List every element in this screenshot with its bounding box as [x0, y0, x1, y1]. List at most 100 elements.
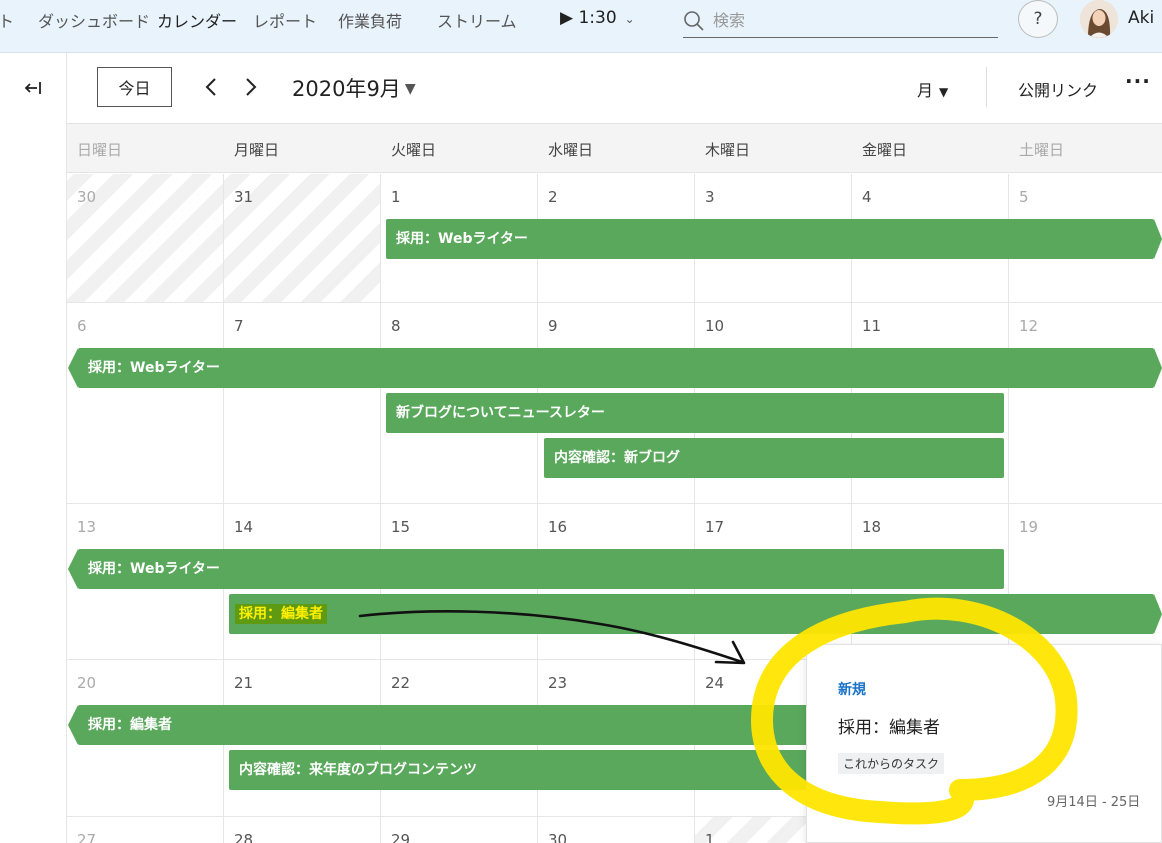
- user-name[interactable]: Aki: [1128, 8, 1154, 28]
- day-number: 3: [705, 188, 715, 206]
- event-bar-selected[interactable]: 採用：編集者: [229, 594, 1162, 634]
- day-number: 13: [77, 518, 97, 536]
- month-selector[interactable]: 2020年9月 ▼: [292, 73, 416, 103]
- day-number: 14: [234, 518, 254, 536]
- calendar-toolbar: 今日 2020年9月 ▼ 月 ▼ 公開リンク ···: [67, 53, 1162, 123]
- event-bar[interactable]: 採用：Webライター: [386, 219, 1162, 259]
- toolbar-divider: [986, 67, 987, 107]
- weekday-tuesday: 火曜日: [391, 141, 437, 159]
- chevron-down-icon: ⌄: [624, 12, 635, 26]
- task-popup[interactable]: 新規 採用：編集者 これからのタスク 9月14日 - 25日: [806, 644, 1162, 843]
- event-bar[interactable]: 新ブログについてニュースレター: [386, 393, 1004, 433]
- more-options-icon[interactable]: ···: [1125, 69, 1151, 93]
- weekday-saturday: 土曜日: [1019, 141, 1065, 159]
- weekday-thursday: 木曜日: [705, 141, 751, 159]
- day-cell[interactable]: 19: [1009, 504, 1162, 659]
- weekday-monday: 月曜日: [234, 141, 280, 159]
- day-cell[interactable]: 12: [1009, 303, 1162, 503]
- task-tag[interactable]: これからのタスク: [838, 753, 945, 774]
- play-icon: ▶: [560, 8, 574, 28]
- today-button[interactable]: 今日: [97, 67, 172, 107]
- week-row: 13 14 15 16 17 18 19 採用：Webライター 採用：編集者: [67, 504, 1162, 660]
- nav-item-reports[interactable]: レポート: [253, 8, 317, 32]
- week-row: 6 7 8 9 10 11 12 採用：Webライター 新ブログについてニュース…: [67, 303, 1162, 504]
- top-navigation: ト ダッシュボード カレンダー レポート 作業負荷 ストリーム ▶ 1:30 ⌄ …: [0, 0, 1162, 53]
- month-title: 2020年9月: [292, 77, 401, 101]
- event-bar[interactable]: 採用：編集者: [68, 705, 838, 745]
- day-number: 5: [1019, 188, 1029, 206]
- day-cell[interactable]: 27: [67, 817, 224, 843]
- week-row: 30 31 1 2 3 4 5 採用：Webライター: [67, 174, 1162, 303]
- day-cell[interactable]: 30: [538, 817, 695, 843]
- day-number: 30: [77, 188, 97, 206]
- day-number: 8: [391, 317, 401, 335]
- day-number: 30: [548, 831, 568, 843]
- nav-item-stream[interactable]: ストリーム: [437, 8, 517, 32]
- view-selector[interactable]: 月 ▼: [917, 77, 948, 101]
- day-number: 24: [705, 674, 725, 692]
- avatar[interactable]: [1080, 0, 1118, 38]
- caret-down-icon: ▼: [939, 85, 949, 99]
- weekday-wednesday: 水曜日: [548, 141, 594, 159]
- prev-month-icon[interactable]: [199, 73, 223, 101]
- avatar-image: [1080, 0, 1118, 38]
- next-month-icon[interactable]: [239, 73, 263, 101]
- day-cell[interactable]: 31: [224, 174, 381, 302]
- event-bar[interactable]: 内容確認：新ブログ: [544, 438, 1004, 478]
- event-bar[interactable]: 内容確認：来年度のブログコンテンツ: [229, 750, 838, 790]
- task-status[interactable]: 新規: [838, 679, 866, 699]
- day-cell[interactable]: 6: [67, 303, 224, 503]
- day-cell[interactable]: 30: [67, 174, 224, 302]
- help-button[interactable]: ?: [1018, 0, 1058, 38]
- day-number: 27: [77, 831, 97, 843]
- weekday-friday: 金曜日: [862, 141, 908, 159]
- day-number: 31: [234, 188, 254, 206]
- search-input[interactable]: [713, 6, 993, 34]
- day-number: 7: [234, 317, 244, 335]
- day-number: 9: [548, 317, 558, 335]
- search-box: [683, 4, 998, 38]
- day-number: 1: [705, 831, 715, 843]
- weekday-sunday: 日曜日: [77, 141, 123, 159]
- day-number: 21: [234, 674, 254, 692]
- event-label-highlighted: 採用：編集者: [235, 604, 327, 624]
- day-cell[interactable]: 29: [381, 817, 538, 843]
- nav-item-truncated[interactable]: ト: [0, 8, 14, 32]
- day-number: 29: [391, 831, 411, 843]
- left-rail: [0, 53, 67, 843]
- day-number: 11: [862, 317, 882, 335]
- day-number: 4: [862, 188, 872, 206]
- event-bar[interactable]: 採用：Webライター: [68, 549, 1004, 589]
- day-number: 15: [391, 518, 411, 536]
- nav-item-workload[interactable]: 作業負荷: [338, 8, 402, 32]
- caret-down-icon: ▼: [404, 81, 416, 97]
- day-number: 10: [705, 317, 725, 335]
- day-number: 28: [234, 831, 254, 843]
- view-label: 月: [917, 81, 934, 100]
- day-number: 23: [548, 674, 568, 692]
- weekday-header: 日曜日 月曜日 火曜日 水曜日 木曜日 金曜日 土曜日: [67, 123, 1162, 173]
- day-cell[interactable]: 7: [224, 303, 381, 503]
- day-number: 2: [548, 188, 558, 206]
- timer-button[interactable]: ▶ 1:30 ⌄: [560, 8, 635, 28]
- day-number: 22: [391, 674, 411, 692]
- timer-value: 1:30: [578, 8, 617, 28]
- day-number: 1: [391, 188, 401, 206]
- day-number: 18: [862, 518, 882, 536]
- task-title[interactable]: 採用：編集者: [838, 713, 940, 738]
- nav-item-calendar[interactable]: カレンダー: [157, 8, 237, 32]
- day-number: 6: [77, 317, 87, 335]
- day-number: 19: [1019, 518, 1039, 536]
- task-dates: 9月14日 - 25日: [1047, 795, 1141, 810]
- nav-item-dashboard[interactable]: ダッシュボード: [38, 8, 150, 32]
- calendar-app: ト ダッシュボード カレンダー レポート 作業負荷 ストリーム ▶ 1:30 ⌄ …: [0, 0, 1162, 843]
- public-link-button[interactable]: 公開リンク: [1018, 77, 1098, 101]
- day-number: 16: [548, 518, 568, 536]
- day-number: 20: [77, 674, 97, 692]
- day-cell[interactable]: 28: [224, 817, 381, 843]
- search-icon: [684, 11, 704, 31]
- day-number: 12: [1019, 317, 1039, 335]
- day-number: 17: [705, 518, 725, 536]
- event-bar[interactable]: 採用：Webライター: [68, 348, 1162, 388]
- collapse-sidebar-icon[interactable]: [22, 79, 44, 97]
